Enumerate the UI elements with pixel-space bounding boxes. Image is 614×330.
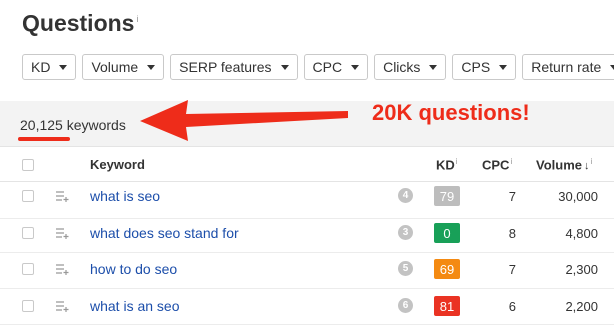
add-to-list-icon[interactable]: [55, 190, 69, 202]
header-cpc[interactable]: CPCi: [482, 157, 512, 172]
kd-badge: 79: [434, 186, 460, 206]
header-kd-label: KD: [436, 157, 455, 173]
kd-badge: 81: [434, 296, 460, 316]
header-keyword-label: Keyword: [90, 157, 145, 172]
keyword-link[interactable]: how to do seo: [90, 261, 177, 277]
volume-value: 2,200: [565, 299, 598, 314]
row-checkbox[interactable]: [22, 190, 34, 202]
header-volume[interactable]: Volume ↓i: [536, 157, 592, 172]
select-all-checkbox[interactable]: [22, 159, 34, 171]
kd-badge: 69: [434, 259, 460, 279]
volume-info-icon[interactable]: i: [591, 157, 593, 166]
add-to-list-icon[interactable]: [55, 227, 69, 239]
volume-value: 4,800: [565, 226, 598, 241]
kd-info-icon[interactable]: i: [456, 157, 458, 166]
serp-count-badge: 3: [398, 225, 413, 240]
row-checkbox[interactable]: [22, 263, 34, 275]
kd-badge: 0: [434, 223, 460, 243]
cpc-value: 8: [508, 226, 516, 241]
header-cpc-label: CPC: [482, 157, 510, 173]
cpc-value: 6: [508, 299, 516, 314]
row-checkbox[interactable]: [22, 300, 34, 312]
arrow-shape: [140, 100, 348, 141]
volume-value: 30,000: [558, 189, 598, 204]
cpc-info-icon[interactable]: i: [510, 157, 512, 166]
serp-count-badge: 6: [398, 298, 413, 313]
annotation-text: 20K questions!: [372, 100, 530, 125]
row-checkbox[interactable]: [22, 227, 34, 239]
add-to-list-icon[interactable]: [55, 263, 69, 275]
serp-count-badge: 5: [398, 261, 413, 276]
keyword-link[interactable]: what is an seo: [90, 298, 180, 314]
keyword-link[interactable]: what is seo: [90, 188, 160, 204]
sort-desc-icon: ↓: [584, 160, 590, 173]
keyword-link[interactable]: what does seo stand for: [90, 225, 239, 241]
header-volume-label: Volume: [536, 157, 582, 173]
header-kd[interactable]: KDi: [436, 157, 458, 172]
volume-value: 2,300: [565, 262, 598, 277]
cpc-value: 7: [508, 189, 516, 204]
add-to-list-icon[interactable]: [55, 300, 69, 312]
serp-count-badge: 4: [398, 188, 413, 203]
cpc-value: 7: [508, 262, 516, 277]
header-keyword[interactable]: Keyword: [90, 157, 145, 172]
